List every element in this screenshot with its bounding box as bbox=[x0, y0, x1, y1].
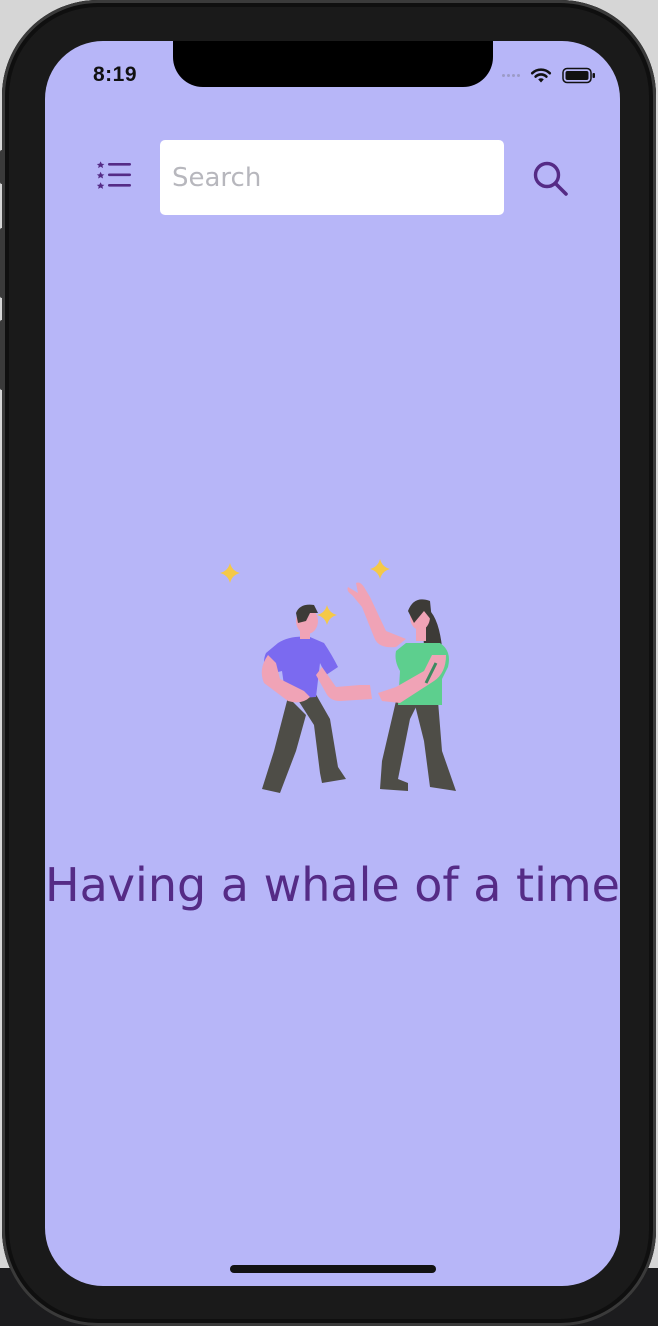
headline: Having a whale of a time bbox=[45, 858, 620, 912]
volume-up-button bbox=[0, 228, 4, 298]
signal-icon bbox=[502, 73, 520, 77]
sparkle-icon bbox=[220, 563, 240, 583]
phone-frame: 8:19 Search Having a whale of a time bbox=[0, 0, 656, 1326]
sparkle-icon bbox=[370, 559, 390, 579]
mute-switch bbox=[0, 150, 4, 184]
sparkle-icon bbox=[317, 605, 337, 625]
camera-notch bbox=[173, 41, 493, 87]
volume-down-button bbox=[0, 320, 4, 390]
high-five-illustration bbox=[220, 559, 456, 793]
status-time: 8:19 bbox=[93, 63, 138, 86]
search-input[interactable] bbox=[160, 140, 504, 215]
menu-button[interactable] bbox=[95, 159, 135, 197]
battery-icon bbox=[562, 67, 595, 83]
status-icons bbox=[502, 66, 596, 84]
search-button[interactable] bbox=[531, 159, 571, 199]
magnifier-icon bbox=[533, 161, 568, 196]
list-star-icon bbox=[96, 161, 131, 189]
home-indicator[interactable] bbox=[230, 1265, 436, 1273]
app-screen: 8:19 Search Having a whale of a time bbox=[45, 41, 620, 1286]
wifi-icon bbox=[530, 67, 552, 82]
